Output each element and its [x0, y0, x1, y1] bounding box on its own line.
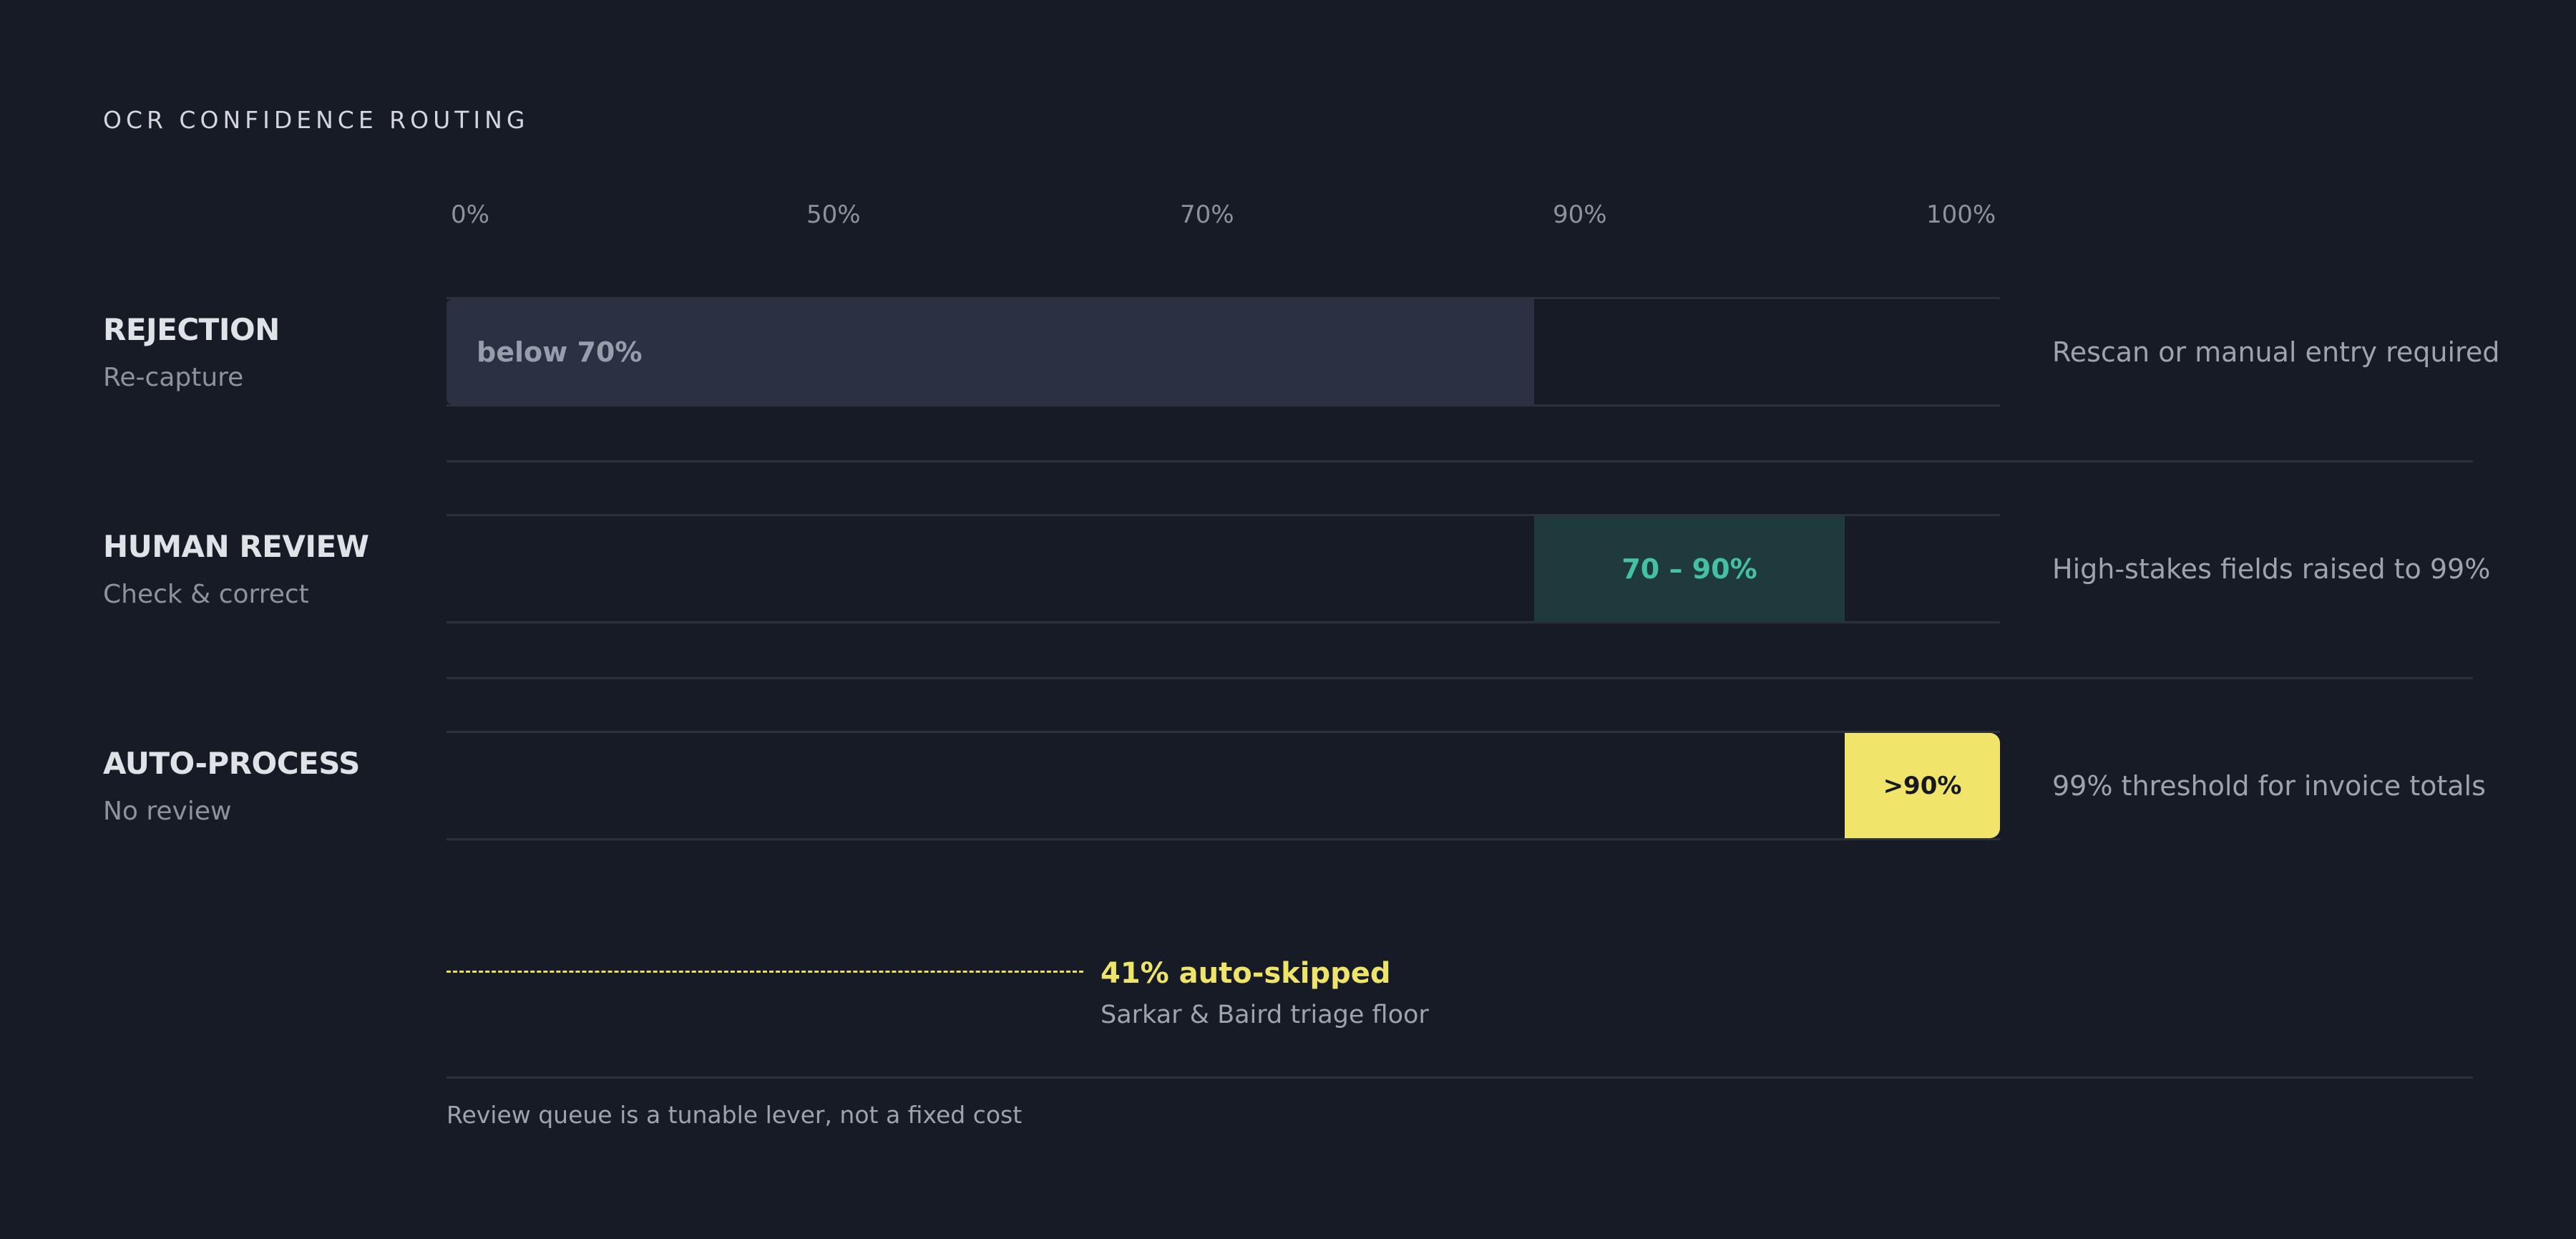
- rejection-band-label: below 70%: [477, 336, 643, 368]
- rejection-row-title: REJECTION: [103, 312, 280, 347]
- rejection-band: below 70%: [447, 299, 1534, 404]
- row-divider: [447, 460, 2473, 462]
- rejection-track: below 70%: [447, 297, 2000, 407]
- auto-process-row-note: 99% threshold for invoice totals: [2052, 770, 2486, 802]
- footer-note: Review queue is a tunable lever, not a f…: [447, 1101, 1023, 1129]
- diagram-eyebrow-title: OCR CONFIDENCE ROUTING: [103, 106, 530, 134]
- scale-tick-50: 50%: [806, 200, 861, 229]
- auto-process-row-subtitle: No review: [103, 797, 232, 826]
- auto-skip-stat: 41% auto-skipped: [1101, 957, 1391, 990]
- auto-process-band-label: >90%: [1883, 771, 1962, 800]
- auto-process-band: >90%: [1845, 733, 2000, 838]
- scale-tick-0: 0%: [451, 200, 489, 229]
- human-review-band: 70 – 90%: [1534, 516, 1845, 621]
- rejection-row-note: Rescan or manual entry required: [2052, 336, 2500, 368]
- human-review-band-label: 70 – 90%: [1621, 553, 1757, 585]
- auto-skip-dashed-line: [447, 971, 1083, 973]
- footer-divider: [447, 1077, 2473, 1079]
- human-review-row-note: High-stakes fields raised to 99%: [2052, 553, 2491, 585]
- human-review-row-title: HUMAN REVIEW: [103, 529, 369, 564]
- human-review-row-subtitle: Check & correct: [103, 580, 309, 609]
- row-divider: [447, 677, 2473, 679]
- scale-tick-100: 100%: [1926, 200, 1996, 229]
- auto-process-track: >90%: [447, 731, 2000, 840]
- scale-tick-70: 70%: [1180, 200, 1234, 229]
- auto-skip-caption: Sarkar & Baird triage floor: [1101, 1001, 1429, 1029]
- scale-tick-90: 90%: [1553, 200, 1607, 229]
- human-review-track: 70 – 90%: [447, 514, 2000, 623]
- auto-process-row-title: AUTO-PROCESS: [103, 746, 360, 781]
- routing-diagram: OCR CONFIDENCE ROUTING 0% 50% 70% 90% 10…: [0, 0, 2576, 1239]
- rejection-row-subtitle: Re-capture: [103, 363, 244, 392]
